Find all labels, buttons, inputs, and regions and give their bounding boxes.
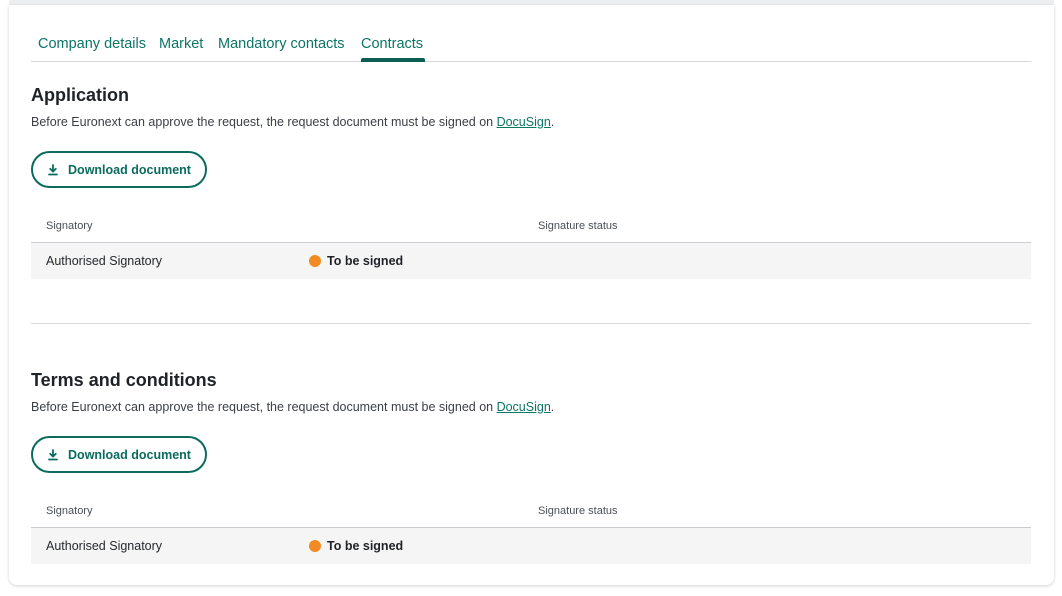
- status-dot-icon: [309, 540, 321, 552]
- status-text: To be signed: [327, 254, 404, 268]
- table-row: Authorised Signatory To be signed: [31, 243, 1031, 279]
- header-signatory: Signatory: [46, 505, 93, 517]
- header-signatory: Signatory: [46, 220, 93, 232]
- tab-company-details[interactable]: Company details: [38, 36, 146, 52]
- tab-contracts[interactable]: Contracts: [361, 36, 423, 52]
- active-tab-indicator: [361, 58, 425, 62]
- download-button-label: Download document: [68, 162, 191, 177]
- section-description: Before Euronext can approve the request,…: [31, 115, 554, 129]
- signatory-name: Authorised Signatory: [46, 539, 163, 553]
- tab-market[interactable]: Market: [159, 36, 203, 52]
- download-document-button[interactable]: Download document: [31, 151, 207, 188]
- table-header: Signatory Signature status: [31, 496, 1031, 528]
- header-signature-status: Signature status: [538, 505, 618, 517]
- signatory-table: Signatory Signature status Authorised Si…: [31, 496, 1031, 564]
- status-badge: To be signed: [309, 539, 403, 553]
- download-document-button[interactable]: Download document: [31, 436, 207, 473]
- docusign-link[interactable]: DocuSign: [497, 115, 551, 129]
- section-description: Before Euronext can approve the request,…: [31, 400, 554, 414]
- docusign-link[interactable]: DocuSign: [497, 400, 551, 414]
- download-icon: [47, 448, 59, 461]
- signatory-table: Signatory Signature status Authorised Si…: [31, 211, 1031, 279]
- section-divider: [31, 323, 1031, 324]
- tab-mandatory-contacts[interactable]: Mandatory contacts: [218, 36, 345, 52]
- status-dot-icon: [309, 255, 321, 267]
- download-icon: [47, 163, 59, 176]
- section-title-terms-and-conditions: Terms and conditions: [31, 370, 217, 390]
- download-button-label: Download document: [68, 447, 191, 462]
- signatory-name: Authorised Signatory: [46, 254, 163, 268]
- description-suffix: .: [550, 400, 555, 414]
- description-text: Before Euronext can approve the request,…: [31, 115, 497, 129]
- tab-bar: Company details Market Mandatory contact…: [31, 5, 1031, 62]
- description-suffix: .: [550, 115, 555, 129]
- description-text: Before Euronext can approve the request,…: [31, 400, 497, 414]
- section-title-application: Application: [31, 85, 129, 105]
- table-row: Authorised Signatory To be signed: [31, 528, 1031, 564]
- contracts-card: Company details Market Mandatory contact…: [9, 5, 1054, 585]
- table-header: Signatory Signature status: [31, 211, 1031, 243]
- status-badge: To be signed: [309, 254, 403, 268]
- header-signature-status: Signature status: [538, 220, 618, 232]
- status-text: To be signed: [327, 539, 404, 553]
